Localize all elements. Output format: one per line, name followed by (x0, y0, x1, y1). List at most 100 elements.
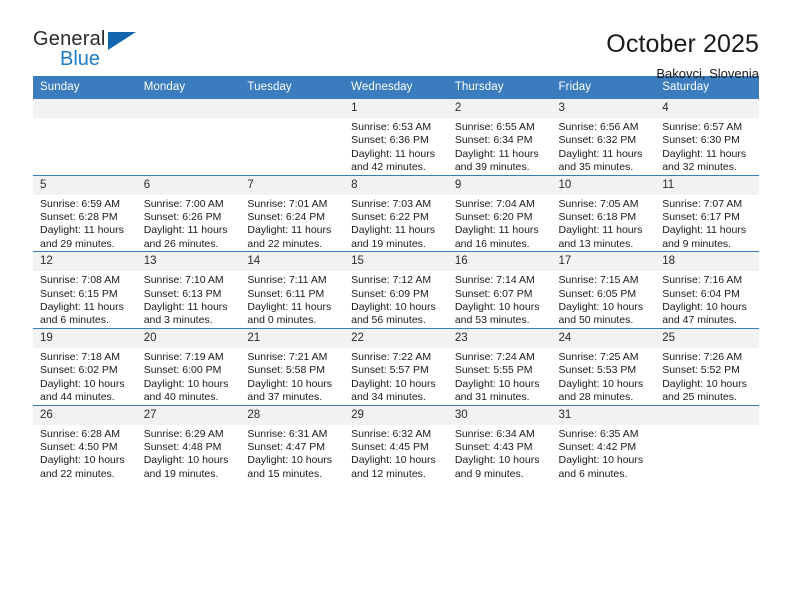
day-details: Sunrise: 6:31 AM Sunset: 4:47 PM Daylight:… (240, 425, 344, 482)
day-number: 1 (344, 99, 448, 118)
calendar-day-cell[interactable]: 26 Sunrise: 6:28 AM Sunset: 4:50 PM Dayligh… (33, 404, 137, 482)
calendar-day-cell[interactable]: 14 Sunrise: 7:11 AM Sunset: 6:11 PM Dayligh… (240, 251, 345, 329)
calendar-day-cell[interactable]: 24 Sunrise: 7:25 AM Sunset: 5:53 PM Dayligh… (551, 327, 656, 405)
day-daylight-line1-text: Daylight: 10 hours (662, 377, 747, 390)
calendar-day-cell[interactable]: 18 Sunrise: 7:16 AM Sunset: 6:04 PM Dayligh… (655, 251, 759, 329)
day-number: 2 (447, 99, 552, 118)
day-daylight-line2-text: and 6 minutes. (40, 314, 109, 327)
calendar-day-cell[interactable]: 12 Sunrise: 7:08 AM Sunset: 6:15 PM Dayligh… (33, 251, 137, 329)
calendar-day-cell[interactable]: 8 Sunrise: 7:03 AM Sunset: 6:22 PM Daylight… (344, 174, 448, 252)
page-header: General Blue October 2025 Bakovci, Slove… (33, 0, 759, 81)
day-sunrise-text: Sunrise: 6:59 AM (40, 197, 120, 210)
calendar-day-cell[interactable]: 19 Sunrise: 7:18 AM Sunset: 6:02 PM Dayligh… (33, 327, 137, 405)
day-number: 9 (447, 175, 552, 195)
calendar-day-cell[interactable]: 30 Sunrise: 6:34 AM Sunset: 4:43 PM Dayligh… (447, 404, 552, 482)
day-sunset-text: Sunset: 6:30 PM (662, 134, 740, 147)
day-daylight-line1-text: Daylight: 10 hours (247, 454, 333, 467)
calendar-day-cell[interactable]: 5 Sunrise: 6:59 AM Sunset: 6:28 PM Daylight… (33, 174, 137, 252)
day-daylight-line2-text: and 9 minutes. (662, 237, 732, 250)
calendar-day-cell[interactable]: 22 Sunrise: 7:22 AM Sunset: 5:57 PM Dayligh… (344, 327, 448, 405)
calendar-day-cell[interactable]: 11 Sunrise: 7:07 AM Sunset: 6:17 PM Dayligh… (655, 174, 759, 252)
day-details: Sunrise: 7:03 AM Sunset: 6:22 PM Daylight:… (344, 195, 448, 252)
day-details: Sunrise: 7:05 AM Sunset: 6:18 PM Daylight:… (552, 195, 656, 252)
calendar-day-cell[interactable]: 4 Sunrise: 6:57 AM Sunset: 6:30 PM Daylight… (655, 99, 759, 175)
day-sunset-text: Sunset: 5:55 PM (454, 364, 533, 377)
day-number (655, 405, 759, 425)
calendar-day-cell[interactable]: 6 Sunrise: 7:00 AM Sunset: 6:26 PM Daylight… (136, 174, 241, 252)
calendar-week-row: 12 Sunrise: 7:08 AM Sunset: 6:15 PM Dayligh… (33, 251, 759, 329)
day-sunset-text: Sunset: 4:48 PM (143, 440, 222, 453)
calendar-day-cell[interactable]: 21 Sunrise: 7:21 AM Sunset: 5:58 PM Dayligh… (240, 327, 345, 405)
calendar-page: General Blue October 2025 Bakovci, Slove… (0, 0, 792, 612)
day-details: Sunrise: 7:04 AM Sunset: 6:20 PM Daylight:… (448, 195, 552, 252)
day-daylight-line1-text: Daylight: 10 hours (40, 454, 125, 467)
calendar-day-cell[interactable]: 3 Sunrise: 6:56 AM Sunset: 6:32 PM Daylight… (551, 99, 656, 175)
day-sunrise-text: Sunrise: 6:55 AM (454, 121, 535, 133)
page-title: October 2025 (606, 30, 759, 58)
day-daylight-line2-text: and 9 minutes. (454, 467, 524, 480)
day-details: Sunrise: 7:10 AM Sunset: 6:13 PM Daylight:… (137, 271, 241, 328)
day-number: 25 (655, 328, 759, 348)
day-details: Sunrise: 7:01 AM Sunset: 6:24 PM Daylight:… (240, 195, 344, 252)
calendar-day-cell[interactable]: 25 Sunrise: 7:26 AM Sunset: 5:52 PM Dayligh… (655, 327, 759, 405)
day-sunset-text: Sunset: 6:07 PM (454, 287, 533, 300)
day-sunrise-text: Sunrise: 6:53 AM (351, 121, 432, 133)
day-sunrise-text: Sunrise: 7:24 AM (454, 350, 535, 363)
day-daylight-line1-text: Daylight: 10 hours (454, 454, 540, 467)
day-daylight-line2-text: and 3 minutes. (143, 314, 213, 327)
day-sunset-text: Sunset: 5:53 PM (558, 364, 637, 377)
day-sunrise-text: Sunrise: 6:32 AM (351, 427, 432, 440)
day-daylight-line1-text: Daylight: 10 hours (40, 377, 125, 390)
general-blue-logo[interactable]: General Blue (33, 28, 153, 74)
day-sunrise-text: Sunrise: 7:07 AM (662, 197, 743, 210)
day-sunset-text: Sunset: 6:24 PM (247, 211, 326, 224)
day-sunrise-text: Sunrise: 6:34 AM (454, 427, 535, 440)
calendar-day-cell[interactable]: 13 Sunrise: 7:10 AM Sunset: 6:13 PM Dayligh… (136, 251, 241, 329)
day-number: 29 (344, 405, 448, 425)
calendar-day-cell[interactable]: 20 Sunrise: 7:19 AM Sunset: 6:00 PM Dayligh… (136, 327, 241, 405)
day-details: Sunrise: 6:28 AM Sunset: 4:50 PM Daylight:… (33, 425, 137, 482)
day-number (240, 99, 345, 118)
day-sunrise-text: Sunrise: 7:10 AM (143, 274, 224, 287)
day-details: Sunrise: 7:25 AM Sunset: 5:53 PM Daylight:… (552, 348, 656, 405)
calendar-day-cell[interactable]: 7 Sunrise: 7:01 AM Sunset: 6:24 PM Daylight… (240, 174, 345, 252)
calendar-day-cell[interactable]: 31 Sunrise: 6:35 AM Sunset: 4:42 PM Dayligh… (551, 404, 656, 482)
day-sunrise-text: Sunrise: 6:28 AM (40, 427, 120, 440)
day-sunset-text: Sunset: 6:28 PM (40, 211, 118, 224)
calendar-day-cell[interactable]: 15 Sunrise: 7:12 AM Sunset: 6:09 PM Dayligh… (344, 251, 448, 329)
day-daylight-line2-text: and 0 minutes. (247, 314, 317, 327)
day-details: Sunrise: 6:56 AM Sunset: 6:32 PM Daylight:… (552, 118, 656, 175)
day-number: 7 (240, 175, 345, 195)
calendar-week-row: 19 Sunrise: 7:18 AM Sunset: 6:02 PM Dayligh… (33, 327, 759, 405)
day-number: 23 (447, 328, 552, 348)
calendar-day-cell[interactable]: 2 Sunrise: 6:55 AM Sunset: 6:34 PM Daylight… (447, 99, 552, 175)
day-sunset-text: Sunset: 4:47 PM (247, 440, 326, 453)
calendar-day-cell[interactable]: 23 Sunrise: 7:24 AM Sunset: 5:55 PM Dayligh… (447, 327, 552, 405)
calendar-day-cell[interactable]: 9 Sunrise: 7:04 AM Sunset: 6:20 PM Daylight… (447, 174, 552, 252)
day-daylight-line2-text: and 22 minutes. (247, 237, 323, 250)
calendar-day-cell[interactable]: 17 Sunrise: 7:15 AM Sunset: 6:05 PM Dayligh… (551, 251, 656, 329)
day-sunrise-text: Sunrise: 6:56 AM (558, 121, 639, 133)
calendar-day-cell[interactable]: 10 Sunrise: 7:05 AM Sunset: 6:18 PM Dayligh… (551, 174, 656, 252)
day-number: 28 (240, 405, 345, 425)
day-daylight-line1-text: Daylight: 11 hours (454, 147, 539, 160)
day-number: 30 (447, 405, 552, 425)
day-sunrise-text: Sunrise: 6:57 AM (662, 121, 743, 133)
day-details: Sunrise: 6:35 AM Sunset: 4:42 PM Daylight:… (552, 425, 656, 482)
day-sunset-text: Sunset: 6:00 PM (143, 364, 222, 377)
day-sunset-text: Sunset: 6:36 PM (351, 134, 429, 147)
day-number: 15 (344, 252, 448, 272)
calendar-day-cell[interactable]: 1 Sunrise: 6:53 AM Sunset: 6:36 PM Daylight… (344, 99, 448, 175)
calendar-day-cell[interactable]: 16 Sunrise: 7:14 AM Sunset: 6:07 PM Dayligh… (447, 251, 552, 329)
day-number: 21 (240, 328, 345, 348)
day-number: 11 (655, 175, 759, 195)
day-details: Sunrise: 6:32 AM Sunset: 4:45 PM Daylight:… (344, 425, 448, 482)
calendar-day-cell[interactable]: 28 Sunrise: 6:31 AM Sunset: 4:47 PM Dayligh… (240, 404, 345, 482)
day-number: 20 (136, 328, 241, 348)
day-sunrise-text: Sunrise: 7:08 AM (40, 274, 120, 287)
calendar-day-cell[interactable]: 27 Sunrise: 6:29 AM Sunset: 4:48 PM Dayligh… (136, 404, 241, 482)
day-sunset-text: Sunset: 6:04 PM (662, 287, 740, 300)
calendar-day-cell[interactable]: 29 Sunrise: 6:32 AM Sunset: 4:45 PM Dayligh… (344, 404, 448, 482)
day-daylight-line2-text: and 37 minutes. (247, 391, 323, 404)
day-daylight-line2-text: and 42 minutes. (351, 161, 426, 174)
